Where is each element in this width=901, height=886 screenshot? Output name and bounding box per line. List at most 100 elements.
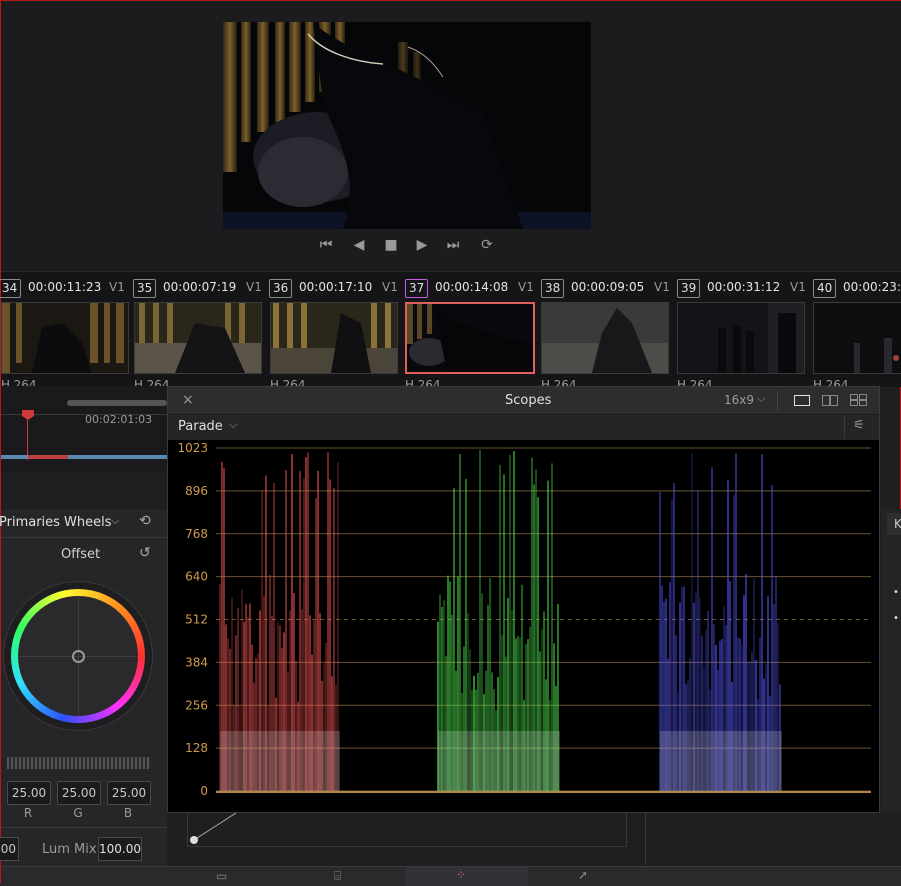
deliver-page-icon[interactable]: ➚: [578, 868, 588, 882]
history-icon[interactable]: ⟲: [139, 513, 151, 529]
right-panel-header-label: K: [894, 517, 901, 531]
clip-number: 36: [269, 279, 293, 298]
r-label: R: [23, 806, 33, 820]
chevron-down-icon[interactable]: ⌵: [229, 418, 237, 432]
y-tick-label: 0: [200, 784, 208, 798]
clip-thumbnail[interactable]: [1, 302, 129, 374]
parade-scope-plot: 1023 896 768 640 512 384 256 128 0: [168, 440, 879, 812]
playhead-icon[interactable]: [22, 410, 34, 420]
clip-thumbnail[interactable]: [677, 302, 805, 374]
lum-mix-field[interactable]: 100.00: [98, 837, 142, 861]
clip-track: V1: [518, 280, 534, 294]
playhead-line: [27, 420, 28, 460]
media-page-icon[interactable]: ▭: [216, 869, 227, 883]
clip-strip: 34 00:00:11:23 V1 H.264 35 00:00:07:19 V…: [0, 271, 901, 392]
lum-mix-label: Lum Mix: [42, 842, 97, 857]
y-tick-label: 640: [185, 570, 208, 584]
b-label: B: [123, 806, 133, 820]
quad-layout-icon[interactable]: [850, 394, 867, 406]
single-layout-icon[interactable]: [794, 395, 810, 406]
y-tick-label: 128: [185, 741, 208, 755]
clip-number: 40: [813, 279, 837, 298]
clip-track: V1: [790, 280, 806, 294]
dual-layout-icon[interactable]: [822, 395, 830, 406]
primaries-panel: Primaries Wheels ⌵ ⟲ Offset ↺ 25.00 25.0…: [0, 509, 168, 885]
stop-icon[interactable]: ■: [382, 236, 400, 254]
divider: [1, 827, 167, 828]
clip-thumbnail[interactable]: [541, 302, 669, 374]
clip-thumbnail[interactable]: [270, 302, 398, 374]
g-label: G: [73, 806, 83, 820]
scopes-title: Scopes: [505, 393, 552, 408]
clip-track: V1: [246, 280, 262, 294]
primaries-mode-dropdown[interactable]: Primaries Wheels: [0, 515, 112, 530]
y-tick-label: 256: [185, 698, 208, 712]
clip-timecode: 00:00:14:08: [435, 280, 509, 294]
curve-graph[interactable]: [187, 812, 627, 847]
skip-to-end-icon[interactable]: ⏭: [442, 236, 464, 254]
divider: [777, 391, 778, 410]
clip-track: V1: [382, 280, 398, 294]
skip-to-start-icon[interactable]: ⏮: [315, 236, 337, 254]
clip-timecode: 00:00:23:2: [843, 280, 901, 294]
offset-color-wheel[interactable]: [3, 581, 153, 731]
scopes-titlebar[interactable]: × Scopes 16x9 ⌵: [168, 387, 879, 415]
clip-timecode: 00:00:09:05: [571, 280, 645, 294]
timeline-timecode: 00:02:01:03: [85, 413, 153, 426]
clip-number: 35: [133, 279, 157, 298]
wheel-center-handle[interactable]: [72, 650, 85, 663]
loop-icon[interactable]: ⟳: [477, 236, 497, 254]
scopes-window: × Scopes 16x9 ⌵ Parade ⌵ ⚟ 1023 896 768 640…: [167, 386, 880, 813]
clip-thumbnail[interactable]: [405, 302, 535, 374]
y-tick-label: 384: [185, 655, 208, 669]
close-icon[interactable]: ×: [182, 392, 194, 408]
offset-g-field[interactable]: 25.00: [57, 781, 101, 805]
y-tick-label: 512: [185, 613, 208, 627]
mini-timeline[interactable]: 00:02:01:03: [1, 386, 171, 471]
clip-track: V1: [654, 280, 670, 294]
divider: [844, 415, 845, 439]
scope-type-dropdown[interactable]: Parade: [178, 419, 223, 434]
blue-channel-waveform: [659, 453, 782, 791]
timeline-track-bar: [1, 455, 167, 459]
bullet-icon: •: [893, 613, 899, 624]
clip-timecode: 00:00:07:19: [163, 280, 237, 294]
clip-timecode: 00:00:17:10: [299, 280, 373, 294]
chevron-down-icon[interactable]: ⌵: [111, 514, 119, 528]
y-tick-label: 768: [185, 527, 208, 541]
clip-number: 39: [677, 279, 701, 298]
bottom-panel: [167, 812, 901, 873]
clip-number: 34: [0, 279, 22, 298]
clip-track: V1: [109, 280, 125, 294]
timeline-track-active: [28, 455, 68, 459]
aspect-dropdown[interactable]: 16x9: [724, 393, 754, 407]
chevron-down-icon[interactable]: ⌵: [757, 392, 765, 406]
reset-icon[interactable]: ↺: [139, 545, 151, 561]
play-icon[interactable]: ▶: [413, 236, 431, 254]
page-navigation-bar: ▭ ⌸ ⁘ ➚: [1, 866, 901, 886]
clip-thumbnail[interactable]: [134, 302, 262, 374]
clip-timecode: 00:00:11:23: [28, 280, 102, 294]
fusion-page-icon[interactable]: ⌸: [334, 869, 341, 884]
bullet-icon: •: [893, 587, 899, 598]
offset-r-field[interactable]: 25.00: [7, 781, 51, 805]
red-channel-waveform: [219, 452, 340, 791]
partial-field[interactable]: 00: [0, 837, 19, 861]
green-channel-waveform: [437, 449, 560, 791]
master-wheel-slider[interactable]: [7, 757, 151, 769]
video-frame: [223, 22, 591, 229]
timeline-scrollbar[interactable]: [67, 400, 167, 406]
scope-settings-icon[interactable]: ⚟: [853, 418, 865, 433]
clip-thumbnail[interactable]: [813, 302, 901, 374]
offset-b-field[interactable]: 25.00: [107, 781, 151, 805]
dual-layout-icon-part: [830, 395, 838, 406]
divider: [645, 813, 646, 865]
scopes-toolbar: Parade ⌵ ⚟: [168, 415, 879, 439]
color-page-icon: ⁘: [456, 868, 467, 882]
wheel-label: Offset: [61, 547, 101, 562]
clip-number: 37: [405, 279, 429, 298]
color-page-tab[interactable]: [406, 867, 528, 886]
play-reverse-icon[interactable]: ◀: [350, 236, 368, 254]
clip-number: 38: [541, 279, 565, 298]
y-tick-label: 1023: [177, 441, 208, 455]
